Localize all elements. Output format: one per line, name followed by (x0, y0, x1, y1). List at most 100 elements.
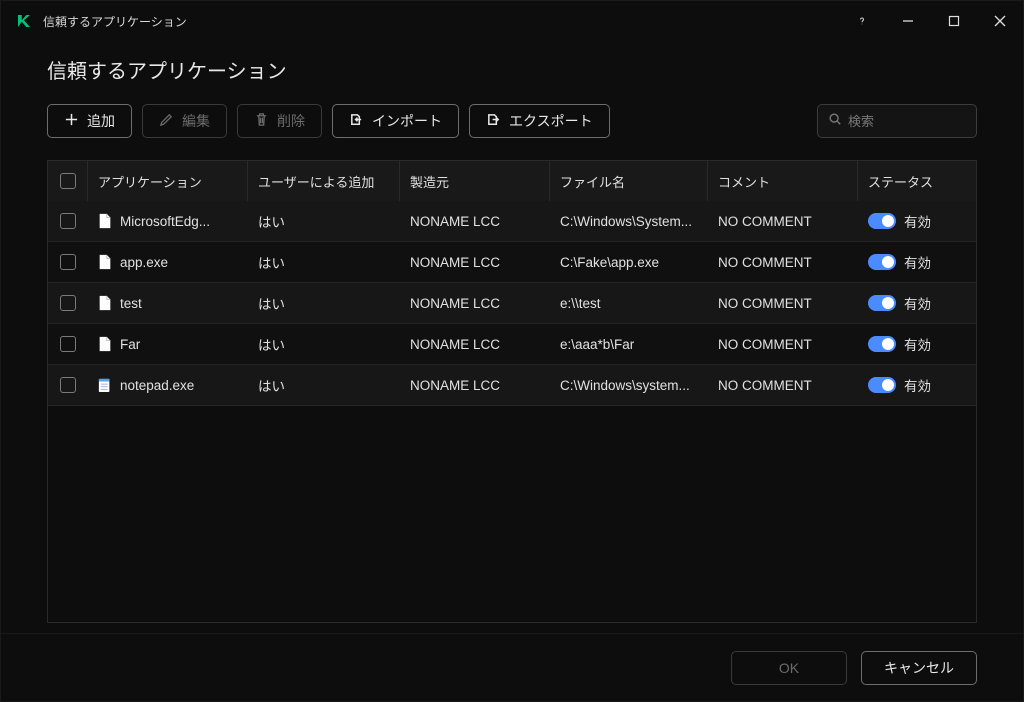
ok-button[interactable]: OK (731, 651, 847, 685)
page-title: 信頼するアプリケーション (47, 55, 977, 84)
add-button[interactable]: 追加 (47, 104, 132, 138)
export-icon (486, 112, 501, 130)
window: 信頼するアプリケーション 信頼するアプリケーション 追加 編集 (0, 0, 1024, 702)
import-button[interactable]: インポート (332, 104, 459, 138)
cancel-button[interactable]: キャンセル (861, 651, 977, 685)
help-button[interactable] (839, 1, 885, 41)
status-label: 有効 (904, 252, 931, 272)
minimize-button[interactable] (885, 1, 931, 41)
row-checkbox[interactable] (48, 336, 88, 352)
cell-file-name: e:\\test (550, 296, 708, 311)
trusted-apps-table: アプリケーション ユーザーによる追加 製造元 ファイル名 コメント ステータス … (47, 160, 977, 623)
header-file-name[interactable]: ファイル名 (550, 161, 708, 201)
table-row[interactable]: app.exeはいNONAME LCCC:\Fake\app.exeNO COM… (48, 242, 976, 283)
header-manufacturer[interactable]: 製造元 (400, 161, 550, 201)
row-checkbox[interactable] (48, 295, 88, 311)
table-header: アプリケーション ユーザーによる追加 製造元 ファイル名 コメント ステータス (48, 161, 976, 201)
header-application[interactable]: アプリケーション (88, 161, 248, 201)
checkbox-icon (60, 336, 76, 352)
status-label: 有効 (904, 211, 931, 231)
cell-status: 有効 (858, 211, 976, 231)
cell-manufacturer: NONAME LCC (400, 214, 550, 229)
cell-application: notepad.exe (88, 377, 248, 393)
cell-comment: NO COMMENT (708, 255, 858, 270)
add-label: 追加 (87, 111, 115, 131)
cell-file-name: e:\aaa*b\Far (550, 337, 708, 352)
app-name: notepad.exe (120, 378, 194, 393)
trash-icon (254, 112, 269, 130)
cell-user-added: はい (248, 293, 400, 313)
cell-application: app.exe (88, 254, 248, 270)
checkbox-icon (60, 295, 76, 311)
edit-button[interactable]: 編集 (142, 104, 227, 138)
table-row[interactable]: MicrosoftEdg...はいNONAME LCCC:\Windows\Sy… (48, 201, 976, 242)
status-toggle[interactable] (868, 377, 896, 393)
close-button[interactable] (977, 1, 1023, 41)
cell-application: MicrosoftEdg... (88, 213, 248, 229)
checkbox-icon (60, 377, 76, 393)
table-row[interactable]: testはいNONAME LCCe:\\testNO COMMENT有効 (48, 283, 976, 324)
cell-comment: NO COMMENT (708, 378, 858, 393)
pencil-icon (159, 112, 174, 130)
row-checkbox[interactable] (48, 213, 88, 229)
edit-label: 編集 (182, 111, 210, 131)
cell-application: test (88, 295, 248, 311)
status-label: 有効 (904, 375, 931, 395)
window-title: 信頼するアプリケーション (43, 13, 187, 30)
app-name: app.exe (120, 255, 168, 270)
app-logo-icon (15, 12, 33, 30)
cell-status: 有効 (858, 252, 976, 272)
header-user-added[interactable]: ユーザーによる追加 (248, 161, 400, 201)
app-name: test (120, 296, 142, 311)
cell-manufacturer: NONAME LCC (400, 378, 550, 393)
cell-user-added: はい (248, 252, 400, 272)
status-toggle[interactable] (868, 295, 896, 311)
status-toggle[interactable] (868, 336, 896, 352)
search-icon (828, 112, 842, 131)
app-name: Far (120, 337, 140, 352)
export-label: エクスポート (509, 111, 593, 131)
export-button[interactable]: エクスポート (469, 104, 610, 138)
toolbar: 追加 編集 削除 インポート エクスポート (47, 104, 977, 138)
cell-user-added: はい (248, 375, 400, 395)
cell-file-name: C:\Windows\system... (550, 378, 708, 393)
header-select-all[interactable] (48, 161, 88, 201)
row-checkbox[interactable] (48, 254, 88, 270)
checkbox-icon (60, 213, 76, 229)
cell-manufacturer: NONAME LCC (400, 337, 550, 352)
header-comment[interactable]: コメント (708, 161, 858, 201)
cell-user-added: はい (248, 211, 400, 231)
search-input[interactable] (848, 114, 1024, 129)
cell-application: Far (88, 336, 248, 352)
import-label: インポート (372, 111, 442, 131)
status-label: 有効 (904, 334, 931, 354)
status-label: 有効 (904, 293, 931, 313)
table-body: MicrosoftEdg...はいNONAME LCCC:\Windows\Sy… (48, 201, 976, 622)
row-checkbox[interactable] (48, 377, 88, 393)
content: 信頼するアプリケーション 追加 編集 削除 インポート エクスポート (1, 41, 1023, 633)
plus-icon (64, 112, 79, 130)
cell-file-name: C:\Fake\app.exe (550, 255, 708, 270)
cell-comment: NO COMMENT (708, 337, 858, 352)
table-row[interactable]: notepad.exe はいNONAME LCCC:\Windows\system… (48, 365, 976, 406)
cell-user-added: はい (248, 334, 400, 354)
delete-label: 削除 (277, 111, 305, 131)
checkbox-icon (60, 173, 76, 189)
checkbox-icon (60, 254, 76, 270)
delete-button[interactable]: 削除 (237, 104, 322, 138)
app-name: MicrosoftEdg... (120, 214, 210, 229)
header-status[interactable]: ステータス (858, 161, 976, 201)
titlebar: 信頼するアプリケーション (1, 1, 1023, 41)
maximize-button[interactable] (931, 1, 977, 41)
cell-comment: NO COMMENT (708, 214, 858, 229)
table-row[interactable]: Far はいNONAME LCCe:\aaa*b\FarNO COMMENT 有効 (48, 324, 976, 365)
cell-status: 有効 (858, 375, 976, 395)
search-box[interactable] (817, 104, 977, 138)
cell-comment: NO COMMENT (708, 296, 858, 311)
status-toggle[interactable] (868, 213, 896, 229)
import-icon (349, 112, 364, 130)
footer: OK キャンセル (1, 633, 1023, 701)
cell-status: 有効 (858, 334, 976, 354)
status-toggle[interactable] (868, 254, 896, 270)
cell-status: 有効 (858, 293, 976, 313)
